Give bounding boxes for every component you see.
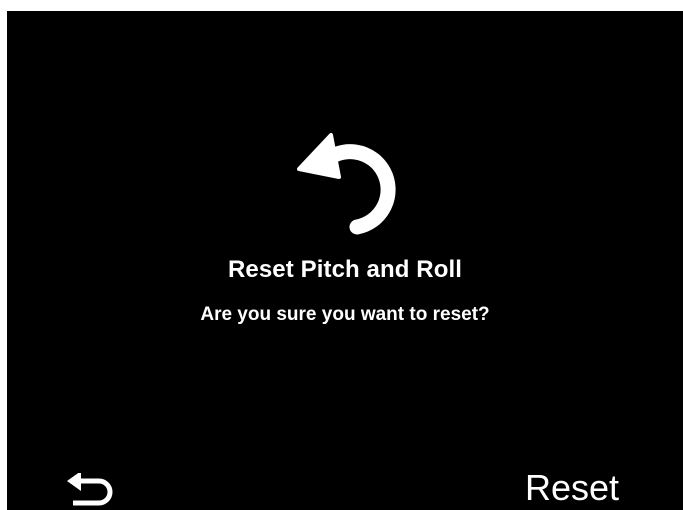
undo-arrow-icon: [293, 121, 409, 241]
back-button[interactable]: [61, 463, 121, 510]
reset-button[interactable]: Reset: [525, 467, 619, 509]
return-arrow-icon: [67, 473, 113, 506]
dialog-message: Are you sure you want to reset?: [200, 304, 490, 325]
reset-dialog-screen: Reset Pitch and Roll Are you sure you wa…: [7, 11, 683, 510]
dialog-title: Reset Pitch and Roll: [227, 256, 463, 283]
